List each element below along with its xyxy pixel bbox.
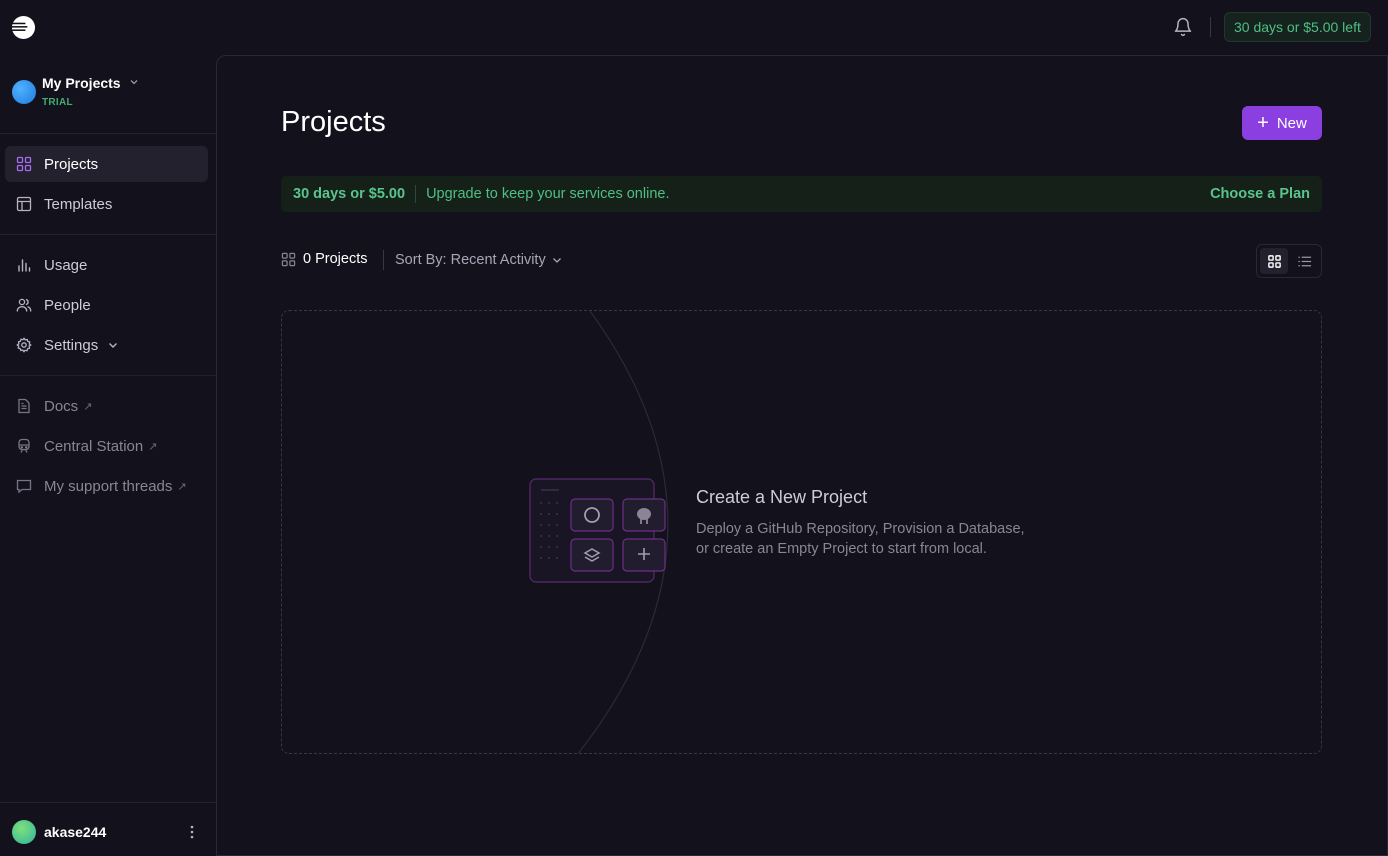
list-view-button[interactable] bbox=[1290, 248, 1318, 274]
sidebar-item-support-threads[interactable]: My support threads ↗ bbox=[5, 468, 208, 504]
project-count: 0 Projects bbox=[281, 251, 367, 267]
page-title: Projects bbox=[281, 106, 386, 138]
trial-banner: 30 days or $5.00 Upgrade to keep your se… bbox=[281, 176, 1322, 212]
topbar-divider bbox=[1210, 17, 1211, 37]
workspace-name: My Projects bbox=[42, 75, 121, 91]
project-illustration-icon bbox=[529, 478, 666, 583]
plus-icon: + bbox=[1257, 112, 1269, 134]
empty-state-line: Deploy a GitHub Repository, Provision a … bbox=[696, 521, 1025, 537]
document-icon bbox=[18, 398, 30, 414]
gear-icon bbox=[16, 337, 32, 353]
chevron-down-icon bbox=[130, 80, 138, 85]
top-bar: 30 days or $5.00 left bbox=[0, 0, 1388, 55]
sidebar: My Projects TRIAL Projects Templates Usa… bbox=[0, 55, 216, 856]
bell-icon[interactable] bbox=[1173, 17, 1193, 37]
external-link-icon: ↗ bbox=[148, 440, 158, 453]
trial-status-badge[interactable]: 30 days or $5.00 left bbox=[1224, 12, 1371, 42]
workspace-plan-badge: TRIAL bbox=[42, 97, 73, 108]
choose-plan-link[interactable]: Choose a Plan bbox=[1210, 186, 1310, 202]
train-icon bbox=[18, 438, 30, 453]
list-icon bbox=[1297, 256, 1311, 266]
empty-state-description: Deploy a GitHub Repository, Provision a … bbox=[696, 519, 1025, 559]
new-button-label: New bbox=[1276, 114, 1307, 132]
main-panel: Projects + New 30 days or $5.00 Upgrade … bbox=[216, 55, 1388, 856]
trial-remaining: 30 days or $5.00 bbox=[293, 186, 406, 202]
sidebar-item-label: Usage bbox=[44, 256, 88, 274]
layout-icon bbox=[16, 196, 32, 212]
message-icon bbox=[16, 479, 32, 494]
sidebar-divider bbox=[0, 133, 216, 134]
empty-state[interactable]: Create a New Project Deploy a GitHub Rep… bbox=[281, 310, 1322, 754]
sidebar-divider bbox=[0, 234, 216, 235]
sidebar-divider bbox=[0, 375, 216, 376]
projects-toolbar: 0 Projects Sort By: Recent Activity bbox=[281, 244, 1322, 278]
users-icon bbox=[16, 298, 32, 312]
banner-message: Upgrade to keep your services online. bbox=[426, 186, 670, 202]
sidebar-item-label: Templates bbox=[44, 195, 113, 213]
sort-dropdown[interactable]: Sort By: Recent Activity bbox=[395, 252, 563, 268]
toolbar-divider bbox=[383, 250, 384, 270]
sidebar-item-label: Central Station bbox=[44, 437, 144, 455]
sidebar-item-label: Docs bbox=[44, 397, 79, 415]
grid-icon bbox=[16, 156, 32, 172]
sidebar-item-usage[interactable]: Usage bbox=[5, 247, 208, 283]
project-count-label: 0 Projects bbox=[303, 251, 368, 267]
sidebar-item-label: My support threads bbox=[44, 477, 173, 495]
sidebar-item-central-station[interactable]: Central Station ↗ bbox=[5, 428, 208, 464]
sidebar-item-templates[interactable]: Templates bbox=[5, 186, 208, 222]
railway-logo-icon[interactable] bbox=[11, 15, 36, 40]
sidebar-item-label: Projects bbox=[44, 155, 99, 173]
more-vertical-icon[interactable] bbox=[183, 823, 201, 841]
bar-chart-icon bbox=[18, 259, 31, 272]
external-link-icon: ↗ bbox=[177, 480, 187, 493]
workspace-avatar bbox=[12, 80, 36, 104]
grid-view-button[interactable] bbox=[1260, 248, 1288, 274]
user-menu[interactable]: akase244 bbox=[0, 802, 216, 856]
sidebar-item-settings[interactable]: Settings bbox=[5, 327, 208, 363]
grid-icon bbox=[1267, 254, 1281, 268]
banner-divider bbox=[415, 185, 417, 203]
sidebar-item-label: Settings bbox=[44, 336, 99, 354]
sort-label: Sort By: Recent Activity bbox=[395, 252, 546, 268]
sidebar-item-projects[interactable]: Projects bbox=[5, 146, 208, 182]
user-name: akase244 bbox=[44, 824, 107, 840]
view-toggle bbox=[1256, 244, 1322, 278]
workspace-switcher[interactable]: My Projects TRIAL bbox=[12, 75, 212, 115]
external-link-icon: ↗ bbox=[83, 400, 93, 413]
chevron-down-icon bbox=[552, 258, 561, 263]
empty-state-title: Create a New Project bbox=[696, 487, 868, 507]
sidebar-item-people[interactable]: People bbox=[5, 287, 208, 323]
empty-state-line: or create an Empty Project to start from… bbox=[696, 541, 987, 557]
chevron-down-icon bbox=[109, 343, 118, 348]
sidebar-item-docs[interactable]: Docs ↗ bbox=[5, 388, 208, 424]
grid-icon bbox=[281, 252, 296, 266]
new-project-button[interactable]: + New bbox=[1242, 106, 1322, 140]
sidebar-item-label: People bbox=[44, 296, 91, 314]
avatar bbox=[12, 820, 36, 844]
